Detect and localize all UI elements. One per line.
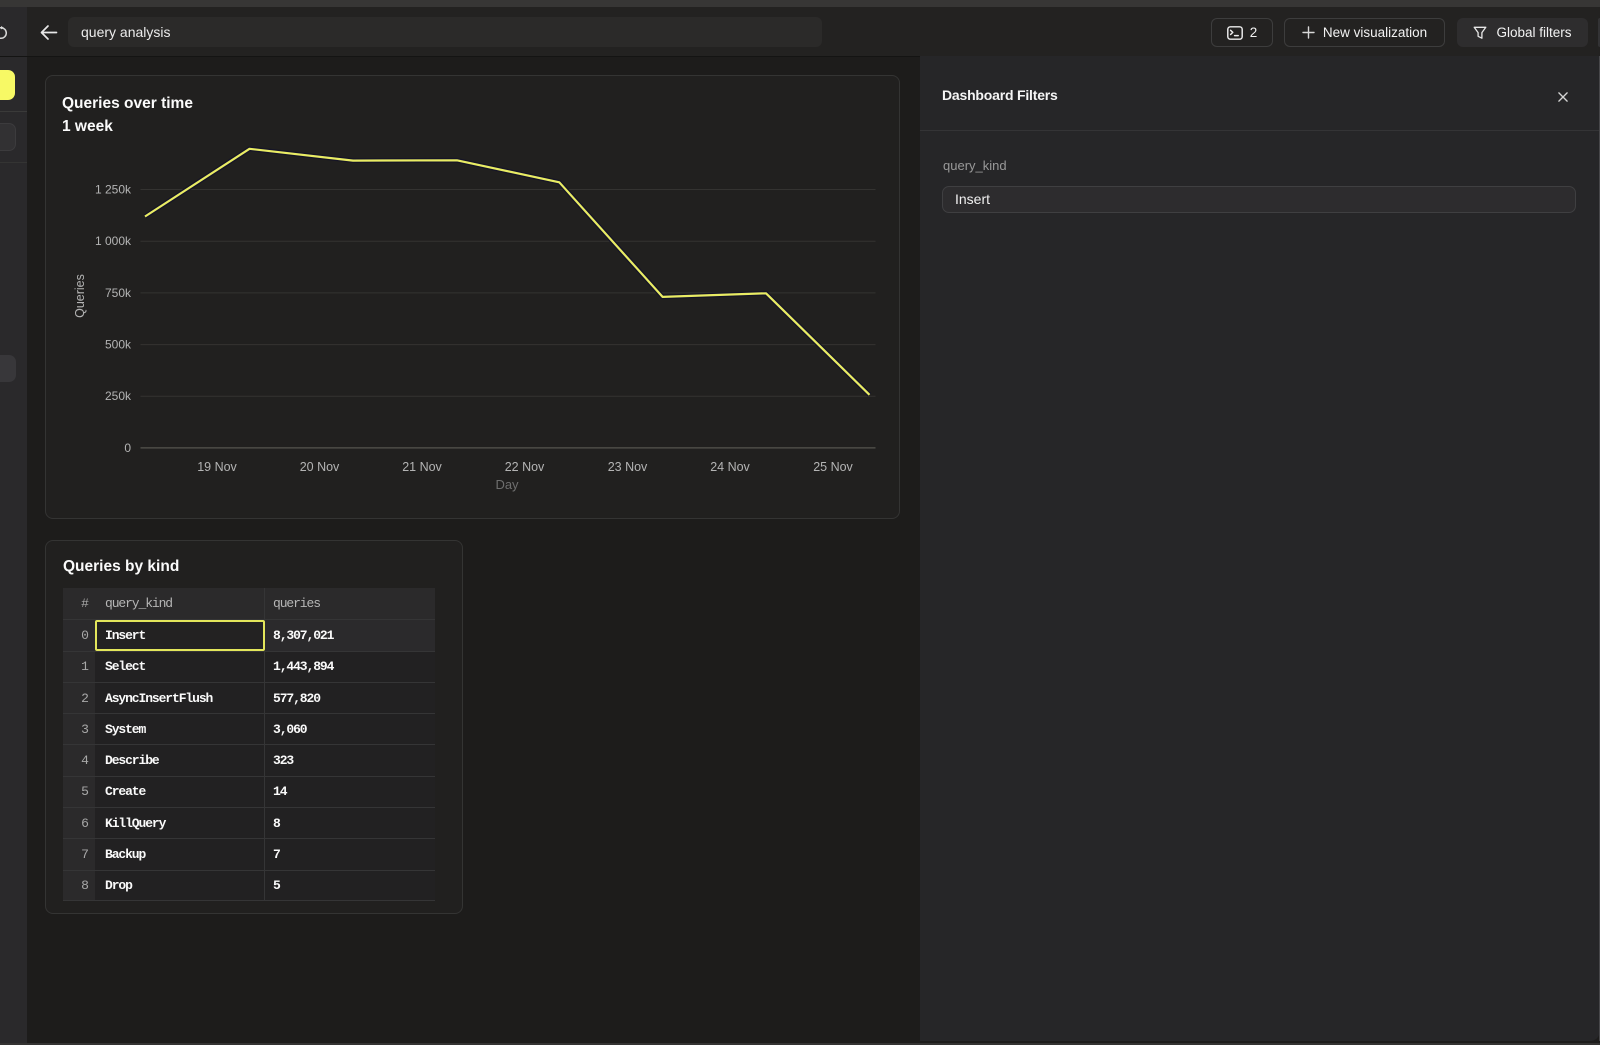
svg-text:20 Nov: 20 Nov bbox=[300, 460, 340, 474]
svg-text:Day: Day bbox=[495, 477, 519, 492]
svg-text:750k: 750k bbox=[105, 286, 132, 300]
svg-text:Queries: Queries bbox=[73, 274, 87, 318]
svg-text:1 250k: 1 250k bbox=[95, 183, 132, 197]
svg-text:1 000k: 1 000k bbox=[95, 234, 132, 248]
svg-text:25 Nov: 25 Nov bbox=[813, 460, 853, 474]
svg-text:500k: 500k bbox=[105, 338, 132, 352]
svg-text:21 Nov: 21 Nov bbox=[402, 460, 442, 474]
svg-text:250k: 250k bbox=[105, 389, 132, 403]
svg-text:24 Nov: 24 Nov bbox=[710, 460, 750, 474]
svg-text:23 Nov: 23 Nov bbox=[608, 460, 648, 474]
svg-text:22 Nov: 22 Nov bbox=[505, 460, 545, 474]
svg-text:19 Nov: 19 Nov bbox=[197, 460, 237, 474]
svg-text:0: 0 bbox=[124, 441, 131, 455]
